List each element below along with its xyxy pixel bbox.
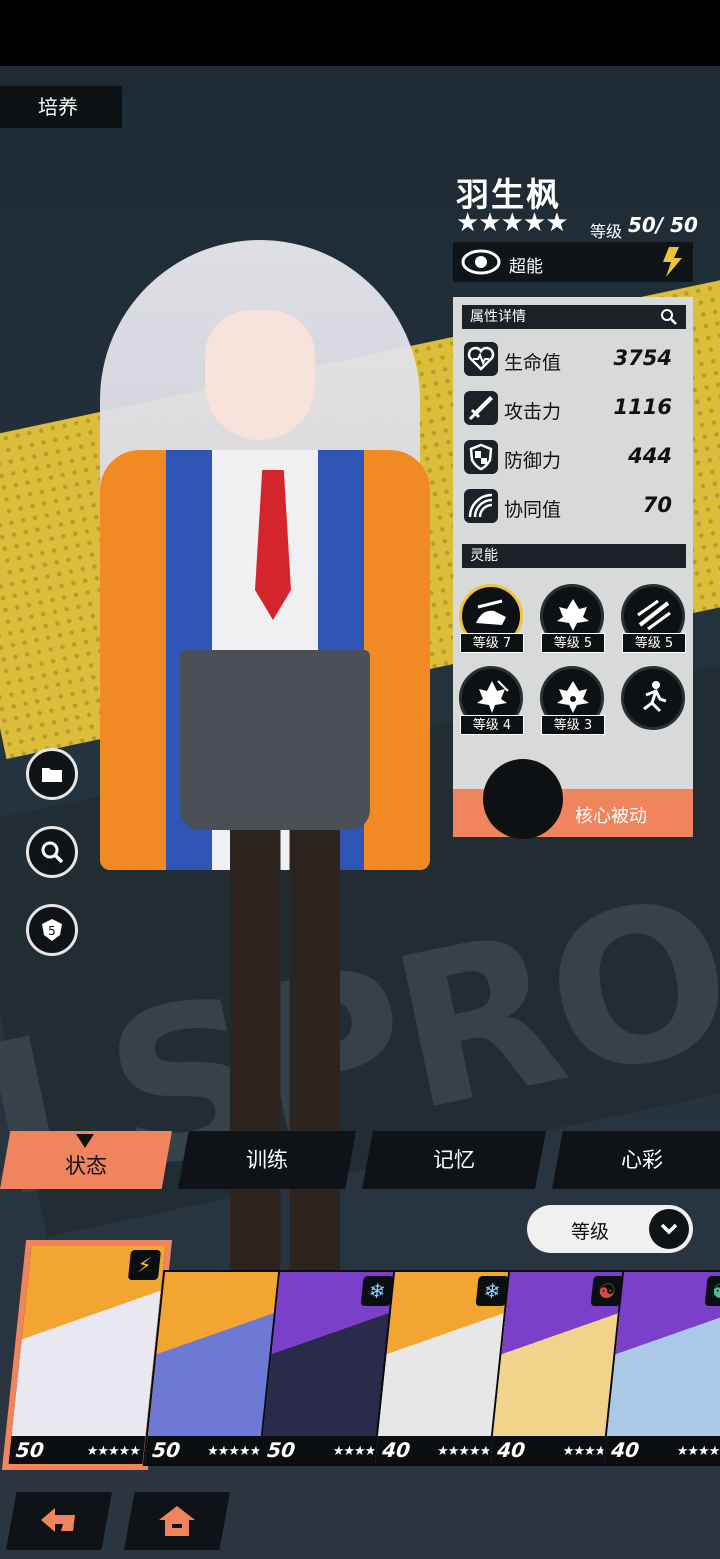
back-button[interactable]: [6, 1492, 112, 1550]
character-stars: ★★★★★: [456, 208, 569, 238]
slash-skill-icon: [637, 599, 671, 631]
snowflake-element-icon: ❄: [360, 1276, 394, 1306]
character-legs: [230, 830, 340, 1270]
stat-value: 444: [628, 444, 672, 468]
wave-arcs-icon: [464, 489, 498, 523]
stat-name: 协同值: [504, 499, 562, 521]
psi-header: 灵能: [462, 544, 686, 568]
sword-icon: [464, 391, 498, 425]
card-level: 50: [266, 1438, 297, 1462]
chevron-down-icon: [660, 1223, 678, 1235]
skill-level: 等级 3: [541, 715, 605, 735]
core-emblem-icon: [483, 759, 563, 839]
skill-6[interactable]: [621, 666, 685, 730]
leaf-skill-icon: [557, 599, 589, 631]
tab-heart-color[interactable]: 心彩: [552, 1131, 720, 1189]
shield-badge-icon: 5: [42, 919, 62, 941]
card-level: 50: [151, 1438, 182, 1462]
shield-icon: [464, 440, 498, 474]
card-level: 40: [381, 1438, 412, 1462]
roster-card[interactable]: ☯ 40 ★★★★: [601, 1270, 720, 1466]
character-model[interactable]: [60, 230, 450, 1280]
type-bar[interactable]: 超能: [453, 242, 693, 282]
attribute-panel: 属性详情 生命值 3754 攻击力 1116 防御力 444 协同值 70 灵能: [453, 297, 693, 790]
card-stars: ★★★★★: [85, 1444, 141, 1459]
card-level: 40: [496, 1438, 527, 1462]
psi-label: 灵能: [470, 548, 498, 564]
attribute-detail-header[interactable]: 属性详情: [462, 305, 686, 329]
snowflake-element-icon: ❄: [475, 1276, 509, 1306]
core-passive-button[interactable]: 核心被动: [453, 759, 693, 839]
folder-icon: [42, 768, 62, 782]
character-face: [205, 310, 315, 440]
page-tag: 培养: [0, 86, 122, 128]
skill-3[interactable]: 等级 5: [621, 584, 686, 653]
card-level: 40: [610, 1438, 641, 1462]
skill-1[interactable]: 等级 7: [459, 584, 524, 653]
character-skirt: [180, 650, 370, 830]
card-stars: ★★★★★: [206, 1444, 262, 1459]
card-level: 50: [14, 1438, 46, 1462]
stat-name: 攻击力: [504, 401, 562, 423]
active-tab-arrow-icon: [76, 1134, 94, 1148]
level-label: 等级: [590, 222, 623, 241]
skill-level: 等级 5: [622, 633, 686, 653]
card-stars: ★★★★★: [436, 1444, 492, 1459]
card-stars: ★★★★: [675, 1444, 720, 1459]
skill-5[interactable]: 等级 3: [540, 666, 605, 735]
card-stars: ★★★★: [331, 1444, 377, 1459]
level-value: 50/ 50: [628, 213, 698, 237]
stat-value: 3754: [613, 346, 672, 370]
skill-4[interactable]: 等级 4: [459, 666, 524, 735]
stat-row-synergy: 协同值 70: [464, 489, 684, 525]
skill-level: 等级 4: [460, 715, 524, 735]
folder-button[interactable]: [26, 748, 78, 800]
stat-row-hp: 生命值 3754: [464, 342, 684, 378]
stat-value: 1116: [613, 395, 672, 419]
badge-button[interactable]: 5: [26, 904, 78, 956]
core-passive-label: 核心被动: [575, 806, 647, 827]
inspect-button[interactable]: [26, 826, 78, 878]
skill-2[interactable]: 等级 5: [540, 584, 605, 653]
badge-number: 5: [48, 924, 56, 938]
swirl-element-icon: ☯: [704, 1276, 720, 1306]
shoe-skill-icon: [476, 599, 506, 625]
type-label: 超能: [509, 257, 543, 277]
stat-row-attack: 攻击力 1116: [464, 391, 684, 427]
search-icon: [41, 841, 64, 864]
skill-level: 等级 5: [541, 633, 605, 653]
leaf-dots-skill-icon: [557, 681, 589, 713]
runner-skill-icon: [643, 681, 667, 713]
card-stars: ★★★★: [561, 1444, 607, 1459]
attribute-detail-label: 属性详情: [470, 309, 526, 325]
status-bar: [0, 0, 720, 66]
skill-level: 等级 7: [460, 633, 524, 653]
home-button[interactable]: [124, 1492, 230, 1550]
lightning-icon: [663, 247, 682, 277]
tab-memory[interactable]: 记忆: [362, 1131, 546, 1189]
tab-training[interactable]: 训练: [178, 1131, 356, 1189]
home-icon: [159, 1506, 195, 1536]
stat-row-defense: 防御力 444: [464, 440, 684, 476]
character-roster: ⚡ 50 ★★★★★ 50 ★★★★★ ❄ 50 ★★★★ ❄ 40 ★★★★★…: [0, 1240, 720, 1480]
leaf-burst-skill-icon: [477, 680, 509, 713]
back-arrow-icon: [41, 1508, 75, 1532]
magnifier-icon: [661, 309, 677, 325]
tab-bar: 状态 训练 记忆 心彩: [0, 1131, 720, 1189]
lightning-element-icon: ⚡: [127, 1250, 162, 1280]
stat-value: 70: [642, 493, 672, 517]
stat-name: 防御力: [504, 450, 562, 472]
stat-name: 生命值: [504, 352, 562, 374]
psychic-eye-icon: [461, 249, 501, 275]
heart-pulse-icon: [464, 342, 498, 376]
